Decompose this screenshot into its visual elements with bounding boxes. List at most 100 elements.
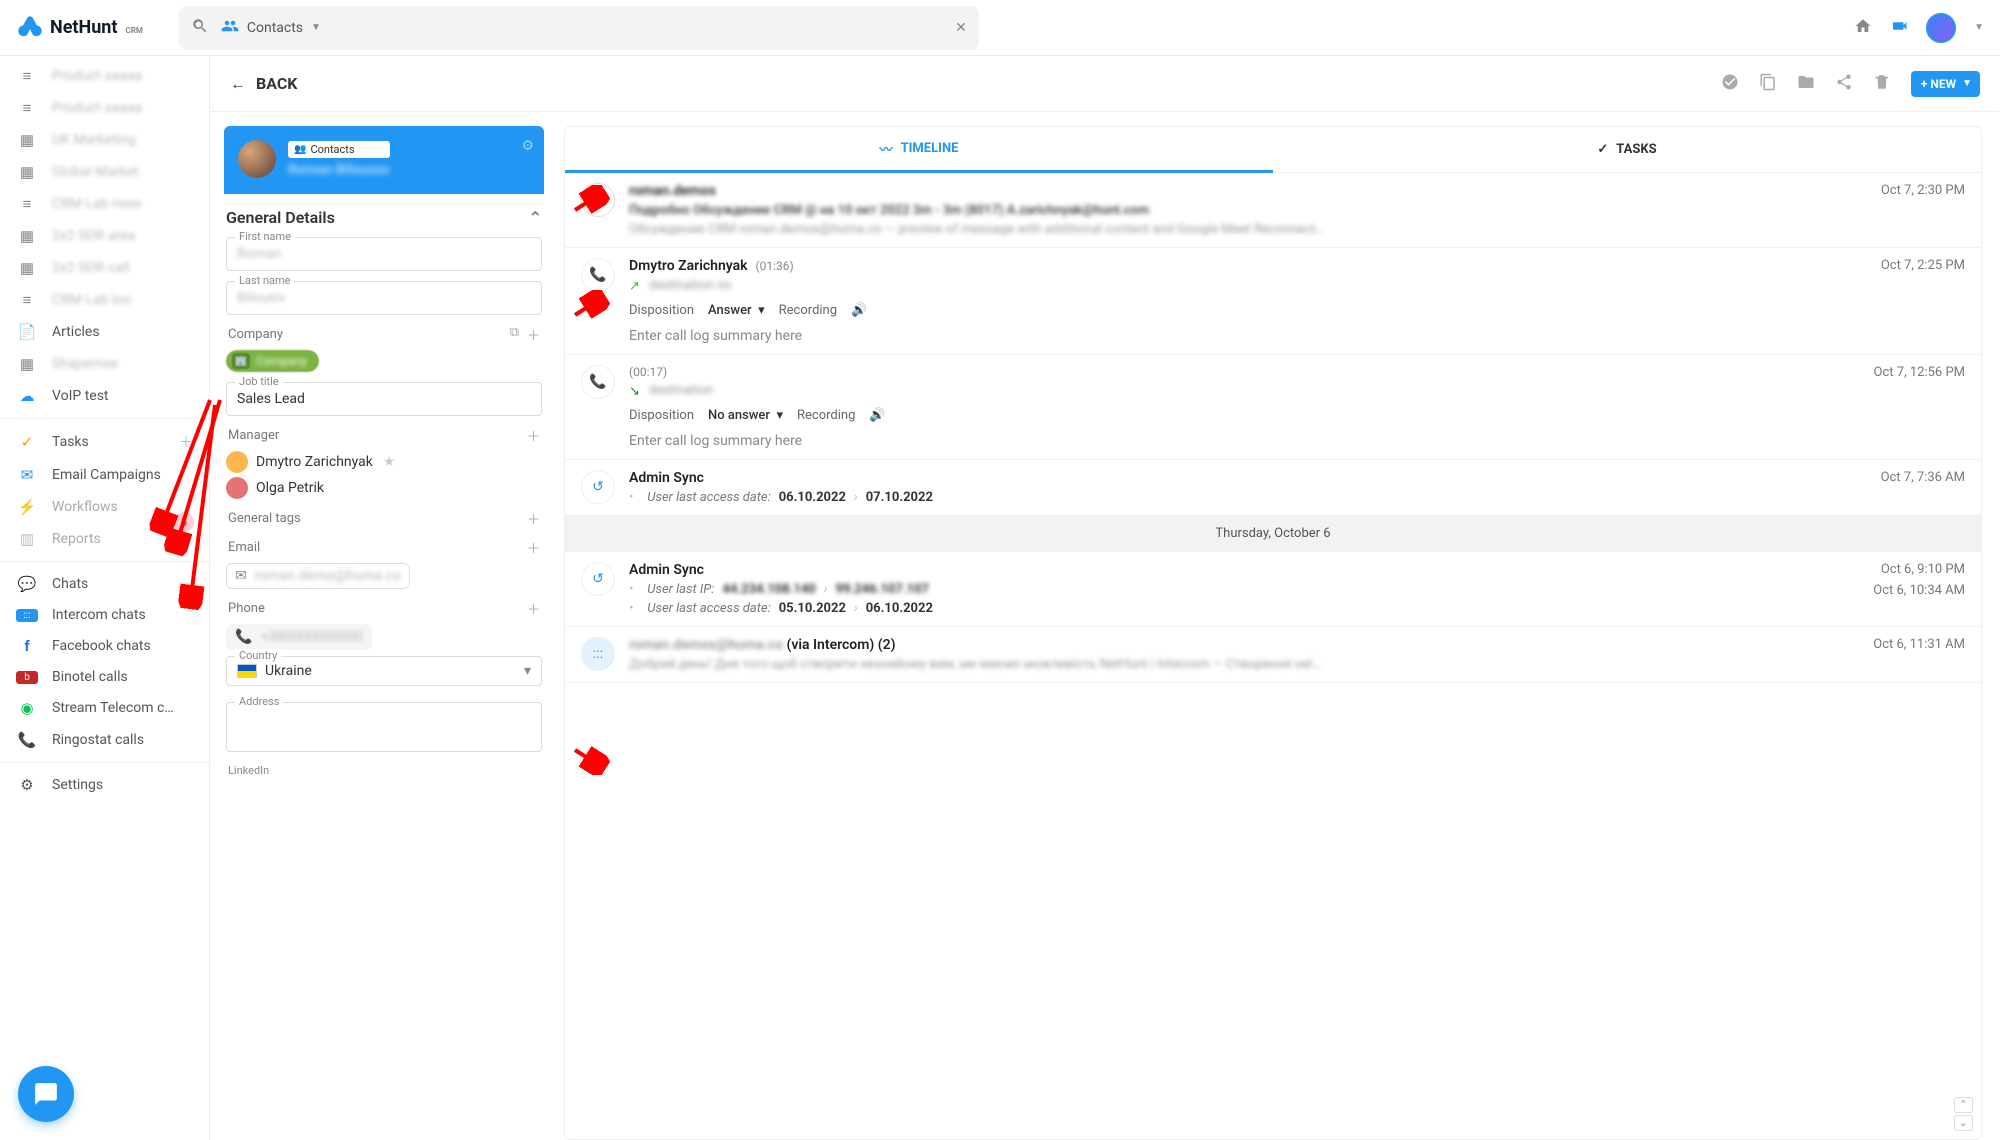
open-link-icon[interactable]: ⧉	[510, 325, 519, 344]
sidebar-folder[interactable]: ▦UK Marketing	[0, 124, 209, 156]
plus-icon[interactable]: ＋	[527, 538, 540, 557]
plus-icon[interactable]: ＋	[527, 426, 540, 445]
user-avatar[interactable]	[1926, 13, 1956, 43]
new-button[interactable]: + NEW▼	[1911, 71, 1980, 97]
diff-from: 05.10.2022	[779, 601, 846, 616]
scroll-up-icon[interactable]: ⌃	[1954, 1097, 1973, 1113]
phone-chip[interactable]: 📞 +380000000000	[226, 624, 372, 650]
back-button[interactable]: ← BACK	[230, 74, 297, 94]
timeline-item-call[interactable]: 📞 Dmytro Zarichnyak (01:36) ↗ destinatio…	[565, 248, 1981, 355]
user-menu-caret-icon[interactable]: ▼	[1974, 22, 1984, 33]
diff-label: User last access date:	[647, 490, 770, 505]
sidebar-item-email-campaigns[interactable]: ✉Email Campaigns	[0, 459, 209, 491]
phone-label: Phone	[228, 601, 265, 616]
linkedin-field[interactable]: LinkedIn	[226, 762, 542, 778]
plus-icon[interactable]: ＋	[527, 509, 540, 528]
recording-label: Recording	[779, 303, 837, 318]
disposition-value: No answer	[708, 408, 770, 423]
sound-icon[interactable]: 🔊	[851, 303, 867, 318]
board-icon: ▦	[16, 259, 38, 277]
contact-avatar[interactable]	[238, 140, 276, 178]
sidebar-item-settings[interactable]: ⚙Settings	[0, 769, 209, 801]
back-label: BACK	[256, 74, 297, 93]
last-name-field[interactable]: Last name Bilousiv	[226, 281, 542, 315]
sidebar-folder[interactable]: ▦Global Market	[0, 156, 209, 188]
chevron-up-icon[interactable]: ⌃	[529, 208, 542, 227]
timeline-title: roman.demos	[629, 183, 716, 199]
search-folder-chip[interactable]: Contacts ▼	[221, 17, 321, 39]
list-icon: ≡	[16, 195, 38, 213]
bolt-icon: ⚡	[16, 498, 38, 516]
company-pill-label: Company	[256, 354, 307, 368]
call-summary-input[interactable]: Enter call log summary here	[629, 433, 1860, 449]
address-field[interactable]: Address	[226, 702, 542, 752]
sidebar-item-chats[interactable]: 💬Chats	[0, 568, 209, 600]
star-icon[interactable]: ★	[383, 454, 396, 470]
intercom-fab[interactable]	[18, 1066, 74, 1122]
phone-subhead: Phone ＋	[226, 599, 542, 618]
timeline-list[interactable]: roman.demos Подробно Обсуждение CRM @ на…	[565, 173, 1981, 1139]
plus-icon[interactable]: ＋	[179, 432, 193, 452]
manager-item[interactable]: Olga Petrik	[226, 477, 542, 499]
flag-ukraine-icon	[237, 664, 257, 678]
sidebar-item-ringostat-calls[interactable]: 📞Ringostat calls	[0, 724, 209, 756]
folder-icon[interactable]	[1797, 73, 1815, 95]
chat-icon: 💬	[16, 575, 38, 593]
sidebar-folder[interactable]: ≡CRM Lab neee	[0, 188, 209, 220]
sidebar-folder[interactable]: ▦Shapemee	[0, 348, 209, 380]
check-circle-icon[interactable]	[1721, 73, 1739, 95]
sidebar-item-tasks[interactable]: ✓Tasks＋	[0, 425, 209, 459]
binotel-icon: b	[16, 671, 38, 684]
disposition-dropdown[interactable]: Answer ▾	[708, 303, 765, 318]
job-title-field[interactable]: Job title Sales Lead	[226, 382, 542, 416]
record-view: 👥 Contacts Roman Bilousov ⚙ General Deta…	[210, 112, 2000, 1140]
tab-timeline[interactable]: 〰 TIMELINE	[565, 127, 1273, 173]
intercom-preview: Добрий день! Дня того щоб створити незна…	[629, 657, 1321, 672]
sidebar-item-facebook-chats[interactable]: fFacebook chats	[0, 630, 209, 662]
diff-to: 99.246.107.107	[836, 582, 929, 597]
record-folder-chip[interactable]: 👥 Contacts	[288, 141, 390, 158]
scroll-down-icon[interactable]: ⌄	[1954, 1115, 1973, 1131]
disposition-dropdown[interactable]: No answer ▾	[708, 408, 783, 423]
list-icon: ≡	[16, 291, 38, 309]
company-pill[interactable]: 🏢 Company	[226, 350, 319, 372]
sidebar-folder[interactable]: ≡Product saaaa	[0, 60, 209, 92]
sidebar-folder[interactable]: ≡Product saaaa	[0, 92, 209, 124]
home-icon[interactable]	[1854, 17, 1872, 39]
logo[interactable]: NetHunt CRM	[16, 14, 143, 42]
sidebar-item-intercom-chats[interactable]: :::Intercom chats	[0, 600, 209, 630]
call-destination: destination	[649, 383, 714, 398]
trash-icon[interactable]	[1873, 73, 1891, 95]
timeline-item-call[interactable]: 📞 (00:17) ↘ destination Dis	[565, 355, 1981, 460]
first-name-field[interactable]: First name Roman	[226, 237, 542, 271]
sidebar-folder[interactable]: ▦2x2 SDR call	[0, 252, 209, 284]
chevron-down-icon: ▼	[1962, 78, 1972, 89]
sidebar-folder[interactable]: ≡CRM Lab loo	[0, 284, 209, 316]
sidebar-item-voip-test[interactable]: ☁VoIP test	[0, 380, 209, 412]
megaphone-icon[interactable]	[1890, 17, 1908, 39]
company-label: Company	[228, 327, 283, 342]
sound-icon[interactable]: 🔊	[869, 408, 885, 423]
plus-icon[interactable]: ＋	[527, 599, 540, 618]
sidebar-item-stream-telecom[interactable]: ◉Stream Telecom c…	[0, 692, 209, 724]
email-chip[interactable]: ✉ roman.demo@huma.co	[226, 563, 410, 589]
manager-item[interactable]: Dmytro Zarichnyak★	[226, 451, 542, 473]
incoming-arrow-icon: ↘	[629, 384, 643, 398]
share-icon[interactable]	[1835, 73, 1853, 95]
search-box[interactable]: Contacts ▼ ✕	[179, 6, 979, 50]
timeline-item-sync[interactable]: ↺ Admin Sync User last IP: 44.234.108.14…	[565, 552, 1981, 627]
sidebar-item-binotel-calls[interactable]: bBinotel calls	[0, 662, 209, 692]
timeline-item-intercom[interactable]: ::: roman.demos@huma.co (via Intercom) (…	[565, 627, 1981, 683]
tab-tasks[interactable]: ✓ TASKS	[1273, 127, 1981, 172]
sidebar-folder[interactable]: ▦2x2 SDR area	[0, 220, 209, 252]
country-select[interactable]: Country Ukraine	[226, 656, 542, 686]
search-clear-icon[interactable]: ✕	[955, 20, 967, 36]
sidebar-item-articles[interactable]: 📄Articles	[0, 316, 209, 348]
general-tags-subhead: General tags ＋	[226, 509, 542, 528]
copy-icon[interactable]	[1759, 73, 1777, 95]
plus-icon[interactable]: ＋	[527, 325, 540, 344]
gear-icon[interactable]: ⚙	[521, 138, 534, 154]
timeline-item-sync[interactable]: ↺ Admin Sync User last access date: 06.1…	[565, 460, 1981, 516]
call-summary-input[interactable]: Enter call log summary here	[629, 328, 1867, 344]
timeline-item-email[interactable]: roman.demos Подробно Обсуждение CRM @ на…	[565, 173, 1981, 248]
